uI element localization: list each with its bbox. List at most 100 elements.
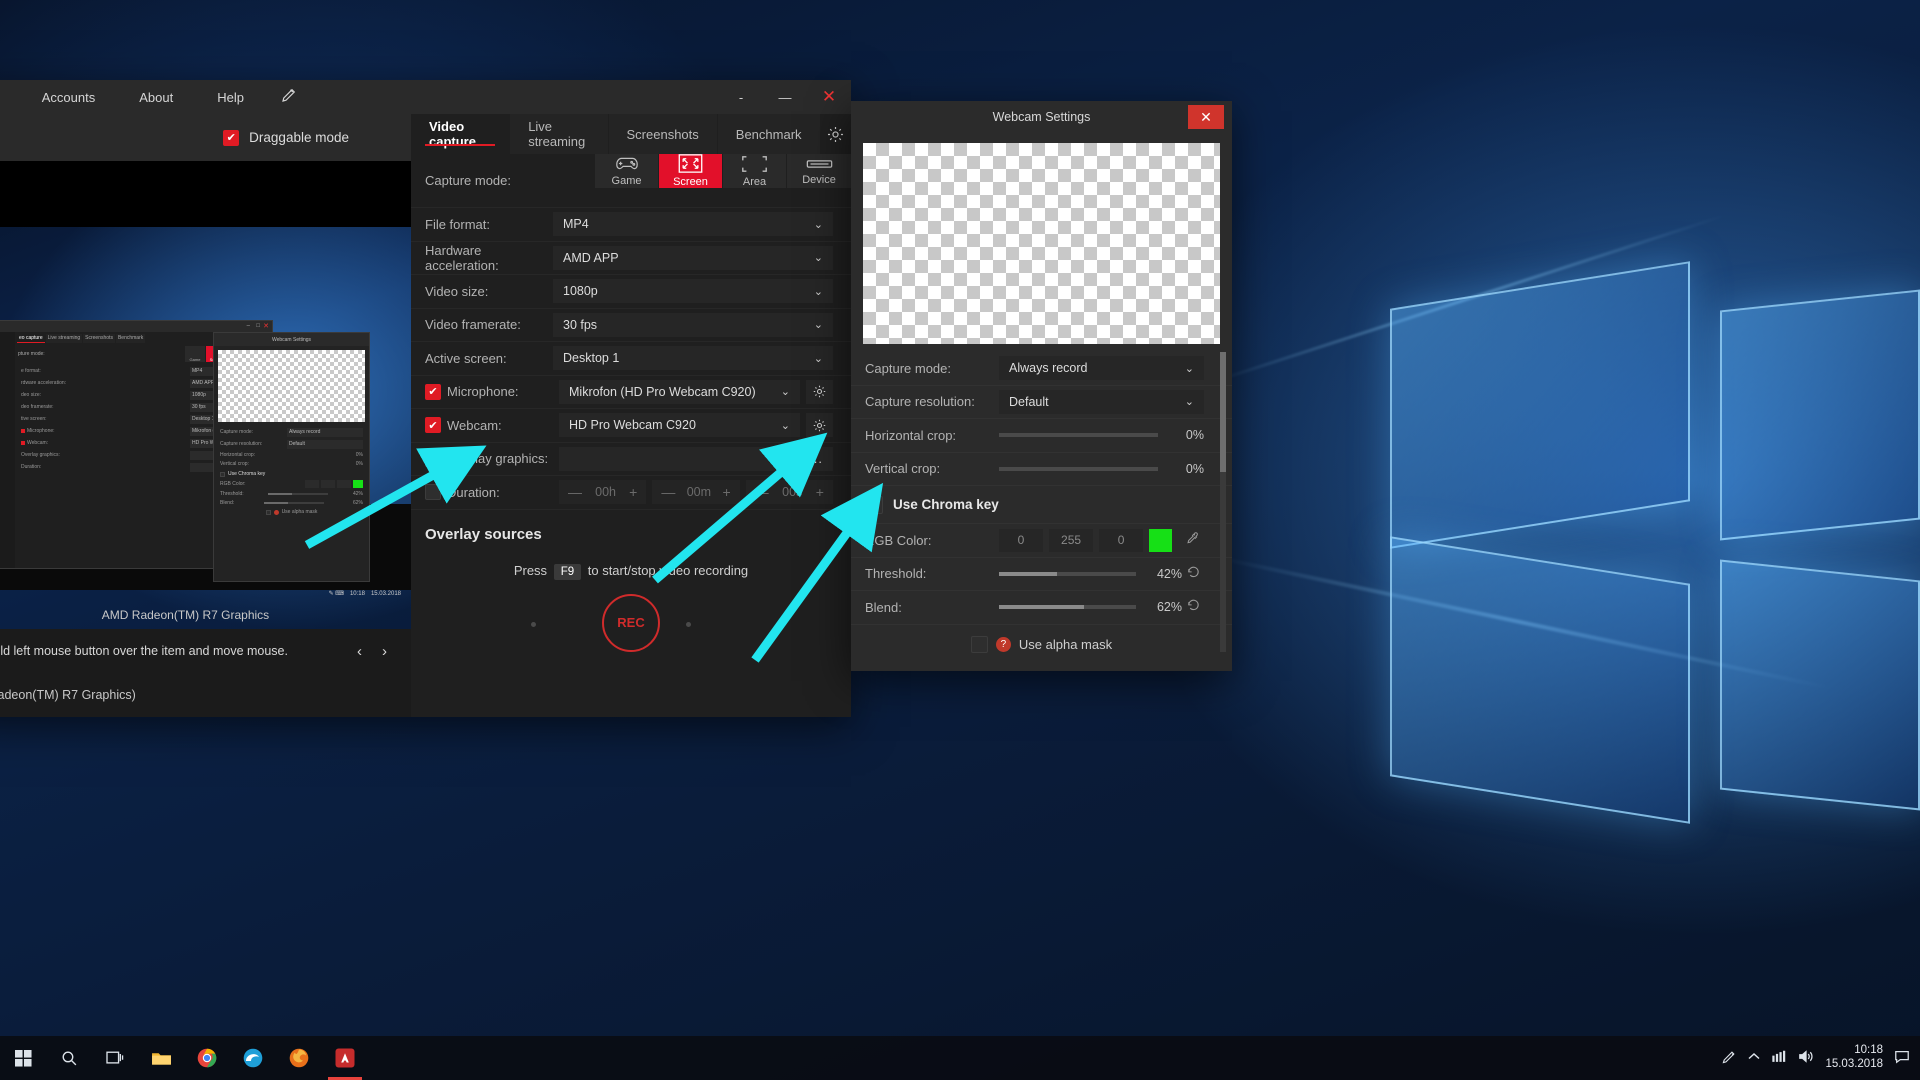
blend-reset-icon[interactable] [1182, 598, 1204, 616]
rgb-red-field[interactable]: 0 [999, 528, 1044, 552]
mini-rgb-g[interactable] [321, 480, 335, 488]
duration-seconds-plus[interactable]: + [816, 484, 824, 500]
close-button[interactable]: ✕ [807, 80, 851, 114]
taskbar-app-bandicam[interactable] [322, 1036, 368, 1080]
mini-blend-slider[interactable] [263, 502, 324, 504]
menu-item-settings[interactable]: gs [0, 82, 20, 113]
rgb-green-field[interactable]: 255 [1049, 528, 1094, 552]
mini-help-icon[interactable] [273, 509, 279, 515]
tab-video-capture[interactable]: Video capture [411, 114, 510, 154]
mini-webcam-checkbox[interactable] [21, 441, 25, 445]
minimize-button[interactable]: — [763, 80, 807, 114]
capture-mode-screen[interactable]: Screen [659, 154, 723, 188]
duration-hours-minus[interactable]: — [568, 484, 582, 500]
taskbar-app-google-chrome[interactable] [184, 1036, 230, 1080]
mini-chroma-row[interactable]: Use Chroma key [214, 468, 369, 479]
webcam-checkbox[interactable]: ✔ [425, 417, 441, 434]
duration-checkbox[interactable] [425, 484, 441, 501]
capture-mode-area[interactable]: Area [723, 154, 787, 188]
mini-alpha-checkbox[interactable] [265, 509, 271, 515]
pen-tray-icon[interactable] [1721, 1049, 1737, 1068]
mini-threshold-slider[interactable] [268, 493, 329, 495]
webcam-select[interactable]: HD Pro Webcam C920 ⌄ [559, 413, 800, 438]
webcam-settings-close-button[interactable]: ✕ [1188, 105, 1224, 129]
draggable-mode-row[interactable]: ✔ Draggable mode [0, 114, 411, 161]
menu-item-about[interactable]: About [117, 82, 195, 113]
microphone-settings-gear-icon[interactable] [806, 379, 833, 404]
mini-rgb-swatch[interactable] [353, 480, 363, 488]
tab-live-streaming[interactable]: Live streaming [510, 114, 608, 154]
video-size-select[interactable]: 1080p ⌄ [553, 279, 833, 304]
duration-hours-plus[interactable]: + [629, 484, 637, 500]
mini-rgb-r[interactable] [305, 480, 319, 488]
threshold-reset-icon[interactable] [1182, 565, 1204, 583]
overlay-graphics-more-button[interactable]: ... [809, 451, 823, 466]
chevron-up-icon[interactable] [1748, 1052, 1760, 1064]
active-screen-select[interactable]: Desktop 1 ⌄ [553, 346, 833, 371]
mini-webcam-row-value[interactable]: Always record [287, 427, 363, 437]
mini-tab-benchmark[interactable]: Benchmark [115, 334, 146, 343]
mini-microphone-checkbox[interactable] [21, 429, 25, 433]
duration-minutes-minus[interactable]: — [661, 484, 675, 500]
vertical-crop-slider[interactable] [999, 466, 1158, 471]
video-framerate-select[interactable]: 30 fps ⌄ [553, 312, 833, 337]
duration-minutes-plus[interactable]: + [722, 484, 730, 500]
menu-item-accounts[interactable]: Accounts [20, 82, 117, 113]
rec-button[interactable]: REC [602, 593, 660, 652]
use-chroma-key-row[interactable]: Use Chroma key [851, 486, 1232, 524]
mini-rgb-b[interactable] [337, 480, 351, 488]
start-button[interactable] [0, 1036, 46, 1080]
use-alpha-mask-row[interactable]: ? Use alpha mask [851, 625, 1232, 661]
duration-minutes-stepper[interactable]: — 00m + [652, 480, 740, 505]
microphone-select[interactable]: Mikrofon (HD Pro Webcam C920) ⌄ [559, 379, 800, 404]
scrollbar-thumb[interactable] [1220, 352, 1226, 472]
mini-tab-live-streaming[interactable]: Live streaming [45, 334, 83, 343]
preview-prev-button[interactable]: ‹ [349, 641, 370, 662]
overlay-graphics-field[interactable]: ... [559, 446, 833, 471]
mini-webcam-row-value[interactable]: Default [287, 439, 363, 449]
task-view-button[interactable] [92, 1036, 138, 1080]
overlay-graphics-checkbox[interactable] [425, 450, 441, 467]
question-icon[interactable]: ? [995, 637, 1011, 652]
use-alpha-mask-checkbox[interactable] [970, 636, 988, 653]
taskbar-app-file-explorer[interactable] [138, 1036, 184, 1080]
tab-screenshots[interactable]: Screenshots [608, 114, 717, 154]
minimize-to-tray-button[interactable]: - [719, 80, 763, 114]
mini-chroma-checkbox[interactable] [220, 471, 225, 477]
mini-tab-video-capture[interactable]: eo capture [17, 334, 45, 343]
microphone-checkbox[interactable]: ✔ [425, 383, 441, 400]
mini-mode-game[interactable]: Game [185, 346, 205, 362]
file-format-select[interactable]: MP4 ⌄ [553, 212, 833, 237]
capture-mode-game[interactable]: Game [595, 154, 659, 188]
menu-item-help[interactable]: Help [195, 82, 266, 113]
threshold-slider[interactable] [999, 571, 1136, 576]
eyedropper-icon[interactable] [1182, 531, 1204, 549]
notification-icon[interactable] [1894, 1049, 1910, 1067]
mini-tab-screenshots[interactable]: Screenshots [83, 334, 115, 343]
webcam-capture-mode-select[interactable]: Always record ⌄ [999, 356, 1204, 381]
volume-icon[interactable] [1798, 1049, 1814, 1067]
taskbar-app-edge-browser[interactable] [230, 1036, 276, 1080]
taskbar-clock[interactable]: 10:18 15.03.2018 [1825, 1044, 1883, 1072]
draggable-mode-checkbox[interactable]: ✔ [223, 129, 240, 146]
pen-icon[interactable] [266, 80, 312, 115]
gear-icon[interactable] [821, 114, 851, 154]
duration-hours-stepper[interactable]: — 00h + [559, 480, 647, 505]
mini-blend-label: Blend: [220, 500, 235, 506]
blend-slider[interactable] [999, 605, 1136, 610]
horizontal-crop-slider[interactable] [999, 433, 1158, 438]
capture-mode-device[interactable]: Device [787, 154, 851, 188]
rgb-blue-field[interactable]: 0 [1099, 528, 1144, 552]
search-button[interactable] [46, 1036, 92, 1080]
taskbar-app-firefox-browser[interactable] [276, 1036, 322, 1080]
use-chroma-key-checkbox[interactable] [865, 495, 883, 514]
webcam-capture-resolution-select[interactable]: Default ⌄ [999, 389, 1204, 414]
preview-next-button[interactable]: › [374, 641, 395, 662]
webcam-settings-gear-icon[interactable] [806, 413, 833, 438]
hardware-acceleration-select[interactable]: AMD APP ⌄ [553, 245, 833, 270]
tab-benchmark[interactable]: Benchmark [717, 114, 820, 154]
network-icon[interactable] [1771, 1050, 1787, 1067]
duration-seconds-minus[interactable]: — [755, 484, 769, 500]
duration-seconds-stepper[interactable]: — 00s + [745, 480, 833, 505]
rgb-color-swatch[interactable] [1149, 528, 1172, 552]
